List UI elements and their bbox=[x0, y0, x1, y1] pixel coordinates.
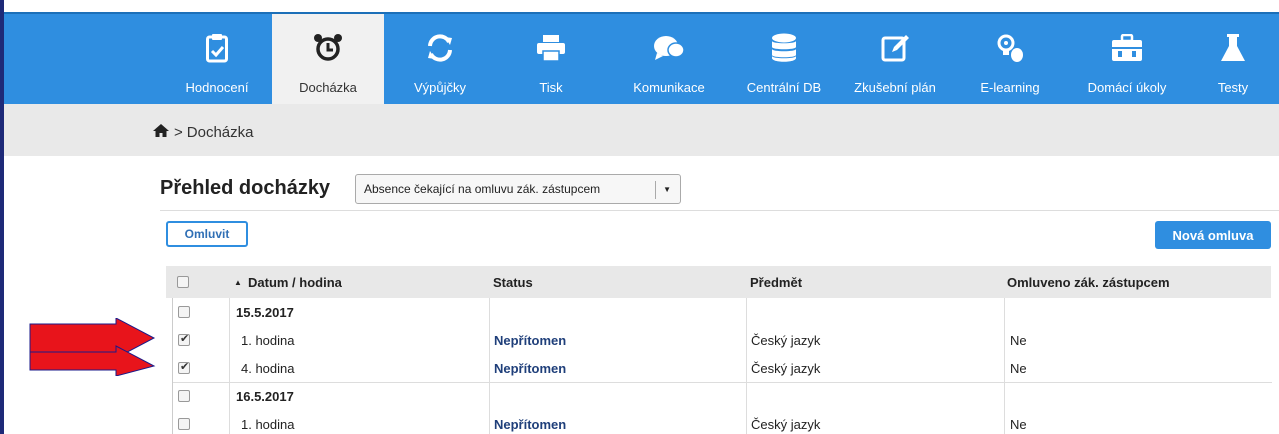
annotation-arrows bbox=[29, 318, 156, 376]
nav-label: Zkušební plán bbox=[854, 80, 936, 95]
divider bbox=[160, 210, 1279, 211]
home-icon[interactable] bbox=[152, 123, 170, 142]
row-status: Nepřítomen bbox=[494, 333, 567, 348]
printer-icon bbox=[536, 30, 566, 66]
nav-e-learning[interactable]: E-learning bbox=[954, 14, 1066, 104]
row-subject: Český jazyk bbox=[751, 333, 821, 348]
group-checkbox[interactable] bbox=[178, 390, 190, 402]
nav-label: Testy bbox=[1217, 80, 1249, 95]
sort-asc-icon[interactable]: ▲ bbox=[234, 278, 242, 287]
nav-dochazka[interactable]: Docházka bbox=[272, 14, 384, 104]
group-row: 15.5.2017 bbox=[173, 298, 1272, 326]
header-date[interactable]: Datum / hodina bbox=[248, 275, 342, 290]
chevron-down-icon: ▼ bbox=[663, 185, 671, 194]
group-date: 16.5.2017 bbox=[236, 389, 294, 404]
briefcase-icon bbox=[1111, 30, 1143, 66]
nav-label: Centrální DB bbox=[746, 80, 822, 95]
breadcrumb-bar: > Docházka bbox=[4, 104, 1279, 156]
table-row[interactable]: 1. hodina Nepřítomen Český jazyk Ne bbox=[173, 326, 1272, 354]
nav-label: Docházka bbox=[299, 80, 357, 95]
row-status: Nepřítomen bbox=[494, 417, 567, 432]
row-status: Nepřítomen bbox=[494, 361, 567, 376]
table-body: 15.5.2017 1. hodina Nepřítomen Český jaz… bbox=[172, 298, 1272, 434]
row-subject: Český jazyk bbox=[751, 361, 821, 376]
group-row: 16.5.2017 bbox=[173, 382, 1272, 410]
nav-komunikace[interactable]: Komunikace bbox=[606, 14, 732, 104]
row-hour: 4. hodina bbox=[241, 361, 295, 376]
breadcrumb: > Docházka bbox=[152, 123, 253, 142]
nav-label: Výpůjčky bbox=[413, 80, 467, 95]
header-excused[interactable]: Omluveno zák. zástupcem bbox=[1007, 275, 1170, 290]
row-excused: Ne bbox=[1010, 333, 1027, 348]
nav-label: Domácí úkoly bbox=[1087, 80, 1167, 95]
omluvit-button[interactable]: Omluvit bbox=[166, 221, 248, 247]
header-status[interactable]: Status bbox=[493, 275, 533, 290]
filter-select-value: Absence čekající na omluvu zák. zástupce… bbox=[364, 182, 601, 196]
nav-centralni-db[interactable]: Centrální DB bbox=[732, 14, 836, 104]
nav-tisk[interactable]: Tisk bbox=[496, 14, 606, 104]
row-checkbox[interactable] bbox=[178, 332, 190, 346]
page-title: Přehled docházky bbox=[160, 177, 331, 199]
filter-select[interactable]: Absence čekající na omluvu zák. zástupce… bbox=[355, 174, 681, 204]
flask-icon bbox=[1220, 30, 1246, 66]
refresh-icon bbox=[425, 30, 455, 66]
row-subject: Český jazyk bbox=[751, 417, 821, 432]
alarm-clock-icon bbox=[313, 30, 343, 66]
database-icon bbox=[771, 30, 797, 66]
top-nav-bar: Hodnocení Docházka Výpůjčky Tisk Komunik… bbox=[4, 12, 1279, 104]
nav-label: E-learning bbox=[980, 80, 1040, 95]
nav-label: Hodnocení bbox=[185, 80, 249, 95]
table-row[interactable]: 4. hodina Nepřítomen Český jazyk Ne bbox=[173, 354, 1272, 382]
select-all-checkbox[interactable] bbox=[177, 276, 189, 288]
table-header: ▲ Datum / hodina Status Předmět Omluveno… bbox=[166, 266, 1271, 298]
header-subject[interactable]: Předmět bbox=[750, 275, 802, 290]
breadcrumb-separator: > bbox=[174, 124, 183, 141]
edit-icon bbox=[881, 30, 909, 66]
select-divider bbox=[655, 181, 656, 199]
nav-zkusebni-plan[interactable]: Zkušební plán bbox=[836, 14, 954, 104]
row-excused: Ne bbox=[1010, 361, 1027, 376]
nav-vypujcky[interactable]: Výpůjčky bbox=[384, 14, 496, 104]
main-nav: Hodnocení Docházka Výpůjčky Tisk Komunik… bbox=[162, 14, 1278, 106]
nav-hodnoceni[interactable]: Hodnocení bbox=[162, 14, 272, 104]
nova-omluva-button[interactable]: Nová omluva bbox=[1155, 221, 1271, 249]
row-excused: Ne bbox=[1010, 417, 1027, 432]
row-hour: 1. hodina bbox=[241, 417, 295, 432]
row-checkbox[interactable] bbox=[178, 360, 190, 374]
table-row[interactable]: 1. hodina Nepřítomen Český jazyk Ne bbox=[173, 410, 1272, 434]
nav-domaci-ukoly[interactable]: Domácí úkoly bbox=[1066, 14, 1188, 104]
chat-bubbles-icon bbox=[653, 30, 685, 66]
row-hour: 1. hodina bbox=[241, 333, 295, 348]
nav-label: Komunikace bbox=[633, 80, 705, 95]
group-date: 15.5.2017 bbox=[236, 305, 294, 320]
row-checkbox[interactable] bbox=[178, 418, 190, 430]
breadcrumb-current: Docházka bbox=[186, 124, 254, 141]
group-checkbox[interactable] bbox=[178, 306, 190, 318]
clipboard-check-icon bbox=[206, 30, 228, 66]
nav-testy[interactable]: Testy bbox=[1188, 14, 1278, 104]
mouse-bulb-icon bbox=[995, 30, 1025, 66]
nav-label: Tisk bbox=[539, 80, 563, 95]
